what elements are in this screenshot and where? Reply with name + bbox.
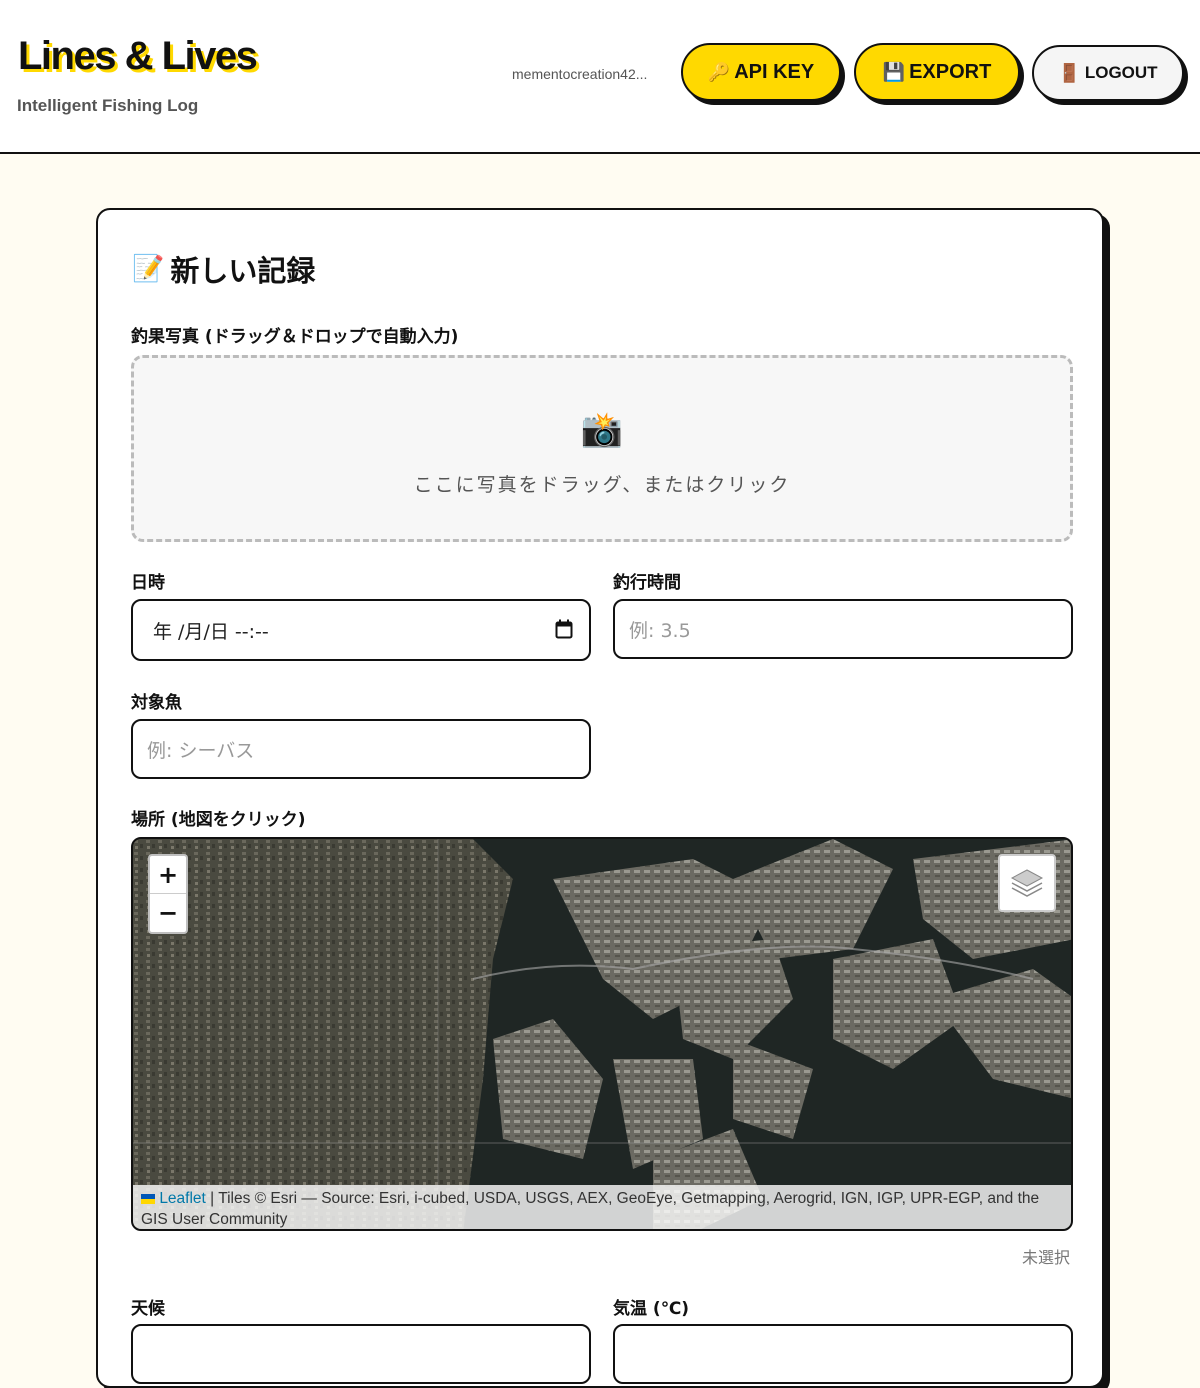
species-input[interactable]: 例: シーバス <box>131 719 591 779</box>
layers-button[interactable] <box>998 854 1056 912</box>
satellite-imagery <box>133 839 1071 1229</box>
app-header: Lines & Lives Intelligent Fishing Log me… <box>0 0 1200 154</box>
api-key-button[interactable]: 🔑 API KEY <box>681 43 841 101</box>
key-icon: 🔑 <box>707 61 731 82</box>
weather-select[interactable] <box>131 1324 591 1384</box>
ukraine-flag-icon <box>141 1193 155 1204</box>
logout-button[interactable]: 🚪 LOGOUT <box>1032 45 1184 101</box>
floppy-disk-icon: 💾 <box>882 61 906 82</box>
leaflet-link[interactable]: Leaflet <box>159 1190 206 1207</box>
card-title-text: 新しい記録 <box>170 254 316 288</box>
species-label: 対象魚 <box>131 693 182 713</box>
new-record-card: 📝 新しい記録 釣果写真 (ドラッグ＆ドロップで自動入力) 📸 ここに写真をドラ… <box>96 208 1104 1388</box>
weather-label: 天候 <box>131 1299 165 1319</box>
layers-icon <box>1010 869 1044 897</box>
camera-flash-icon: 📸 <box>580 410 624 450</box>
temperature-input[interactable] <box>613 1324 1073 1384</box>
map-attribution: Leaflet | Tiles © Esri — Source: Esri, i… <box>133 1185 1071 1229</box>
export-button[interactable]: 💾 EXPORT <box>854 43 1020 101</box>
logout-label: LOGOUT <box>1084 63 1158 82</box>
app-tagline: Intelligent Fishing Log <box>17 96 199 115</box>
dropzone-text: ここに写真をドラッグ、またはクリック <box>413 474 791 496</box>
location-status: 未選択 <box>1021 1248 1070 1267</box>
calendar-icon[interactable] <box>555 619 573 639</box>
duration-placeholder: 例: 3.5 <box>629 619 691 642</box>
export-label: EXPORT <box>909 60 992 83</box>
duration-label: 釣行時間 <box>613 573 681 593</box>
app-logo: Lines & Lives <box>18 34 258 78</box>
location-map[interactable]: + − Leaflet | Tiles © Esri — Source: Esr… <box>131 837 1073 1231</box>
user-email: mementocreation42... <box>512 66 648 82</box>
duration-input[interactable]: 例: 3.5 <box>613 599 1073 659</box>
card-title: 📝 新しい記録 <box>132 248 315 290</box>
photo-dropzone[interactable]: 📸 ここに写真をドラッグ、またはクリック <box>131 355 1073 542</box>
memo-icon: 📝 <box>132 254 165 284</box>
zoom-control: + − <box>148 854 188 934</box>
photo-label: 釣果写真 (ドラッグ＆ドロップで自動入力) <box>131 327 459 347</box>
datetime-label: 日時 <box>131 573 165 593</box>
zoom-out-button[interactable]: − <box>150 894 186 932</box>
datetime-value: 年 /月/日 --:-- <box>153 620 269 643</box>
temperature-label: 気温 (℃) <box>613 1299 690 1319</box>
api-key-label: API KEY <box>734 60 815 83</box>
species-placeholder: 例: シーバス <box>147 739 255 762</box>
zoom-in-button[interactable]: + <box>150 856 186 894</box>
datetime-input[interactable]: 年 /月/日 --:-- <box>131 599 591 661</box>
location-label: 場所 (地図をクリック) <box>131 810 306 830</box>
door-icon: 🚪 <box>1058 62 1081 83</box>
attribution-text: | Tiles © Esri — Source: Esri, i-cubed, … <box>141 1190 1040 1228</box>
